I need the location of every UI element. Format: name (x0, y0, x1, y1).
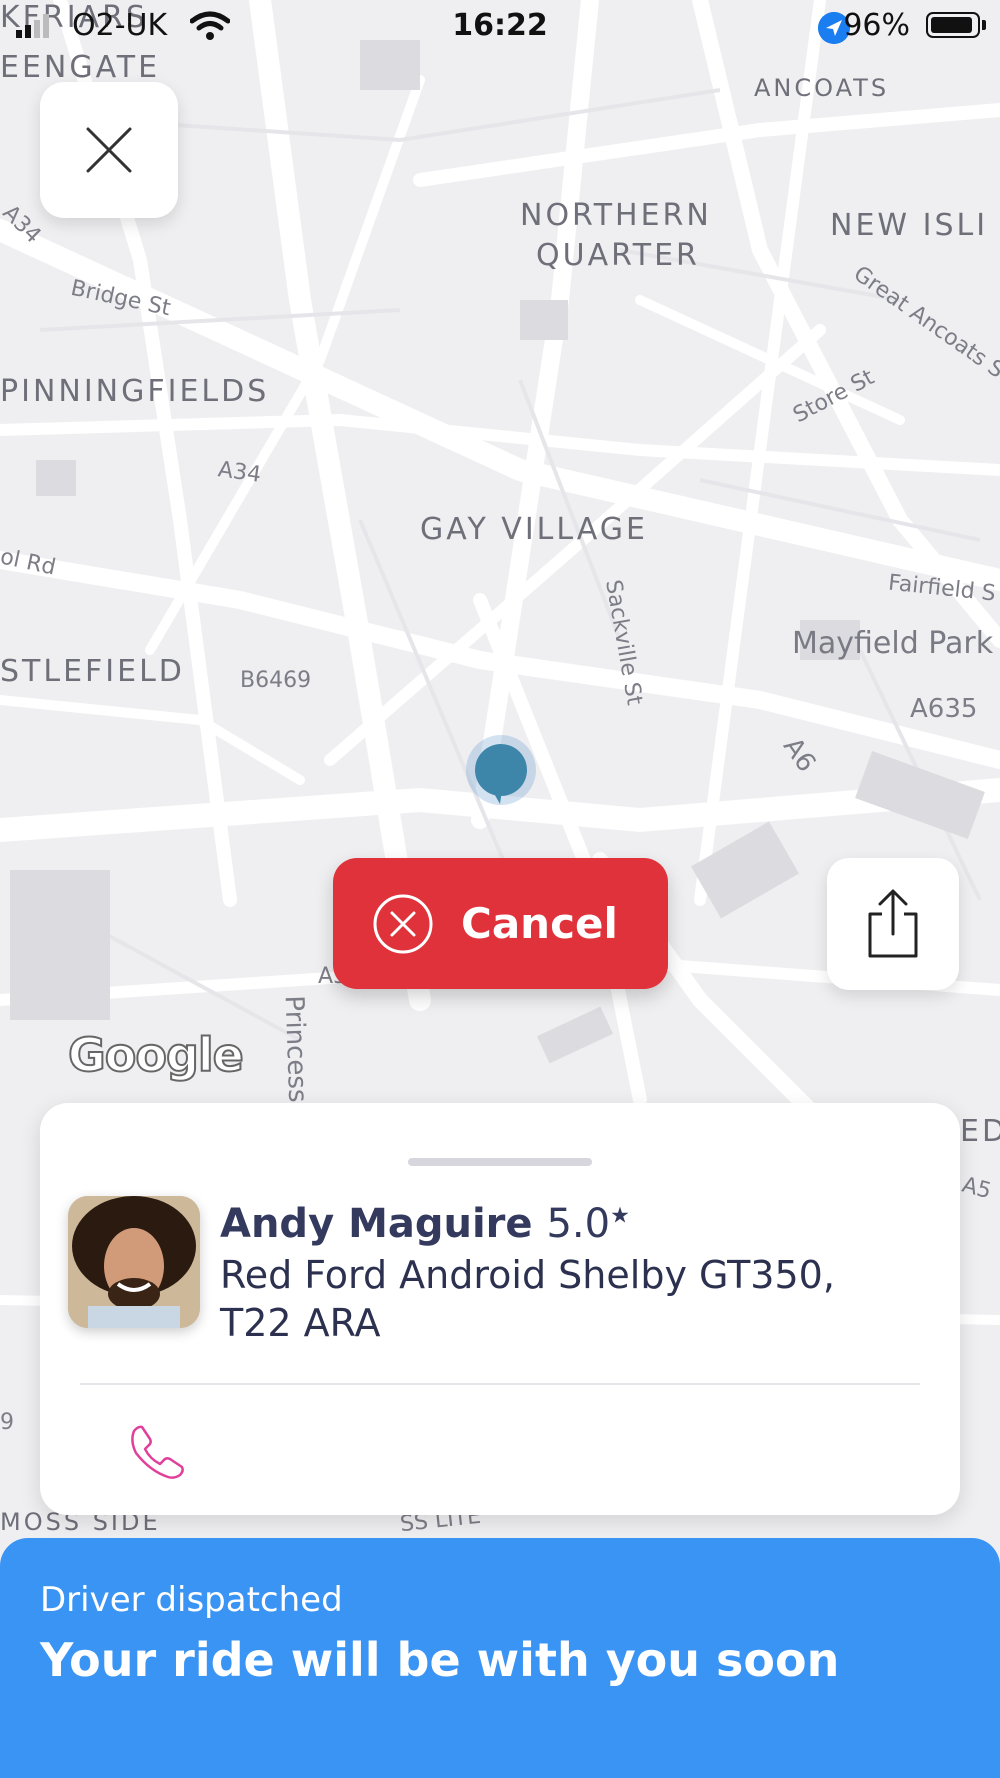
map-label-area: GAY VILLAGE (420, 512, 648, 547)
driver-photo (68, 1196, 200, 1328)
location-pin (466, 735, 536, 805)
divider (80, 1383, 920, 1385)
map-label-area: QUARTER (536, 238, 700, 273)
drag-handle[interactable] (408, 1158, 592, 1166)
map-label-area: NEW ISLI (830, 208, 989, 243)
ride-status-subtitle: Driver dispatched (40, 1580, 343, 1620)
close-button[interactable] (40, 82, 178, 218)
ride-status-title: Your ride will be with you soon (40, 1633, 840, 1687)
status-bar: O2-UK 16:22 96% (0, 0, 1000, 56)
map-label-street: B6469 (240, 668, 312, 693)
phone-icon[interactable] (128, 1421, 188, 1481)
driver-card[interactable]: Andy Maguire 5.0★ Red Ford Android Shelb… (40, 1103, 960, 1515)
close-icon (86, 127, 132, 173)
battery-percentage: 96% (843, 8, 910, 43)
location-dot (475, 744, 527, 796)
cancel-label: Cancel (461, 899, 618, 948)
map-label-street: EDL (960, 1114, 1000, 1149)
map-label-street: 9 (0, 1410, 14, 1435)
driver-name-line: Andy Maguire 5.0★ (220, 1201, 630, 1247)
map-label-area: PINNINGFIELDS (0, 374, 270, 409)
share-button[interactable] (827, 858, 959, 990)
star-icon: ★ (610, 1203, 630, 1229)
map-label-area: STLEFIELD (0, 654, 185, 689)
map-label-area: ANCOATS (754, 74, 890, 102)
map-label-street: A635 (910, 694, 978, 724)
cancel-ride-button[interactable]: Cancel (333, 858, 668, 989)
driver-name: Andy Maguire (220, 1201, 533, 1247)
map-label-park: Mayfield Park (792, 626, 994, 661)
vehicle-details: Red Ford Android Shelby GT350, T22 ARA (220, 1253, 835, 1345)
google-logo: Google (67, 1027, 245, 1083)
cancel-circle-icon (373, 894, 433, 953)
map-label-street: Princess (278, 995, 313, 1103)
driver-avatar (68, 1196, 200, 1328)
ride-status-banner: Driver dispatched Your ride will be with… (0, 1538, 1000, 1778)
driver-rating: 5.0 (546, 1201, 611, 1247)
battery-icon (926, 12, 980, 38)
map-label-area: NORTHERN (520, 198, 712, 233)
share-icon (868, 889, 918, 958)
